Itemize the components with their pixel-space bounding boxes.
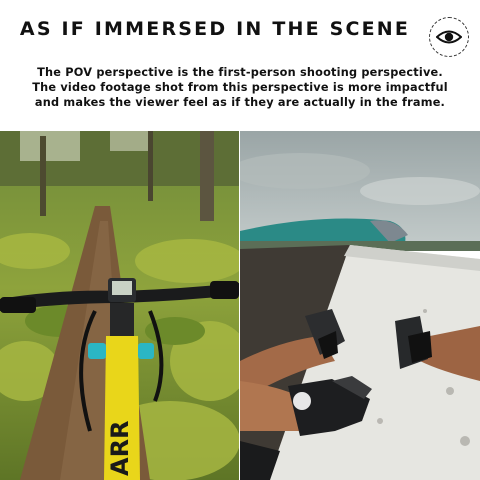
description-line: The POV perspective is the first-person … [37, 66, 443, 79]
description-line: The video footage shot from this perspec… [32, 81, 448, 94]
wing-pov-photo [240, 131, 480, 480]
bike-pov-photo: ARR [0, 131, 239, 480]
fork-brand-text: ARR [106, 420, 134, 476]
description: The POV perspective is the first-person … [0, 65, 480, 110]
page-title: AS IF IMMERSED IN THE SCENE [19, 18, 411, 40]
photo-comparison: ARR [0, 131, 480, 480]
description-line: and makes the viewer feel as if they are… [34, 96, 446, 109]
header: AS IF IMMERSED IN THE SCENE The POV pers… [0, 0, 480, 130]
eye-icon [436, 30, 462, 44]
eye-badge [429, 17, 469, 57]
